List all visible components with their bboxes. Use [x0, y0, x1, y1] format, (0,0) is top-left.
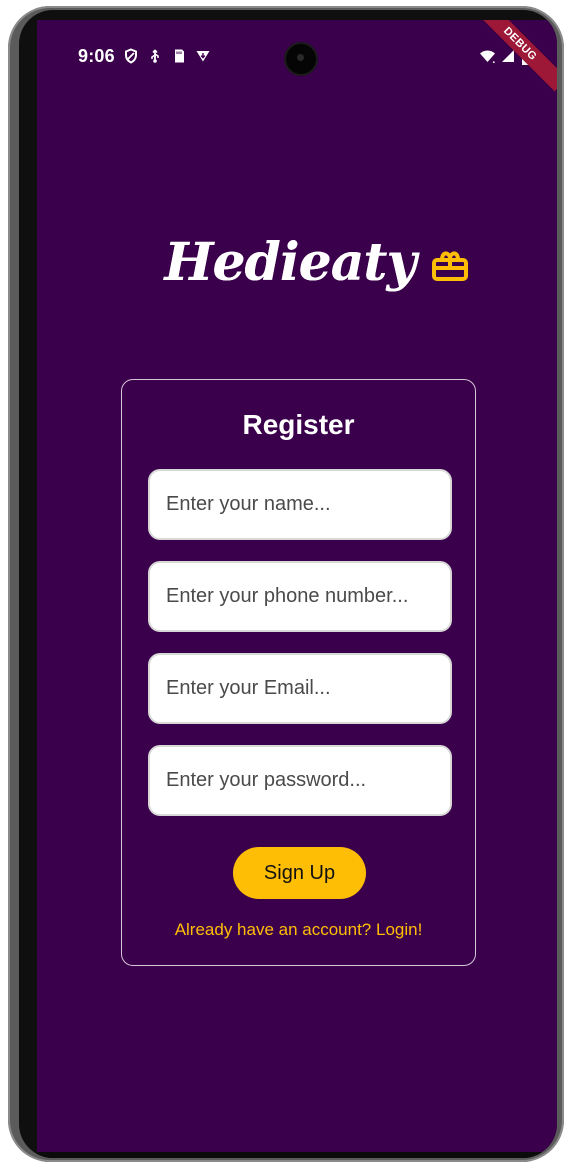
shield-icon: [123, 48, 139, 64]
register-title: Register: [242, 409, 355, 440]
email-input[interactable]: [148, 653, 452, 724]
sd-card-icon: [171, 48, 187, 64]
brand-name: Hedieaty: [164, 231, 416, 293]
phone-bezel: 9:06 DEBUG Hedieaty Register Enter your …: [19, 10, 557, 1158]
app-screen: 9:06 DEBUG Hedieaty Register Enter your …: [37, 20, 557, 1158]
front-camera: [286, 44, 316, 74]
register-card: Register Sign Up Already have an account…: [121, 379, 476, 966]
status-bar: 9:06 DEBUG: [37, 20, 557, 92]
password-input[interactable]: [148, 745, 452, 816]
screen-bottom-edge: [37, 1152, 557, 1158]
sign-up-button[interactable]: Sign Up: [233, 847, 366, 899]
phone-frame: 9:06 DEBUG Hedieaty Register Enter your …: [8, 6, 564, 1162]
gift-box-icon: [430, 245, 470, 285]
wifi-icon: [479, 48, 495, 64]
login-link[interactable]: Already have an account? Login!: [122, 920, 475, 940]
download-icon: [195, 48, 211, 64]
brand-header: Hedieaty: [164, 215, 470, 310]
status-bar-left: 9:06: [78, 44, 211, 68]
phone-number-input[interactable]: [148, 561, 452, 632]
name-input[interactable]: [148, 469, 452, 540]
usb-icon: [147, 48, 163, 64]
status-time: 9:06: [78, 45, 115, 66]
